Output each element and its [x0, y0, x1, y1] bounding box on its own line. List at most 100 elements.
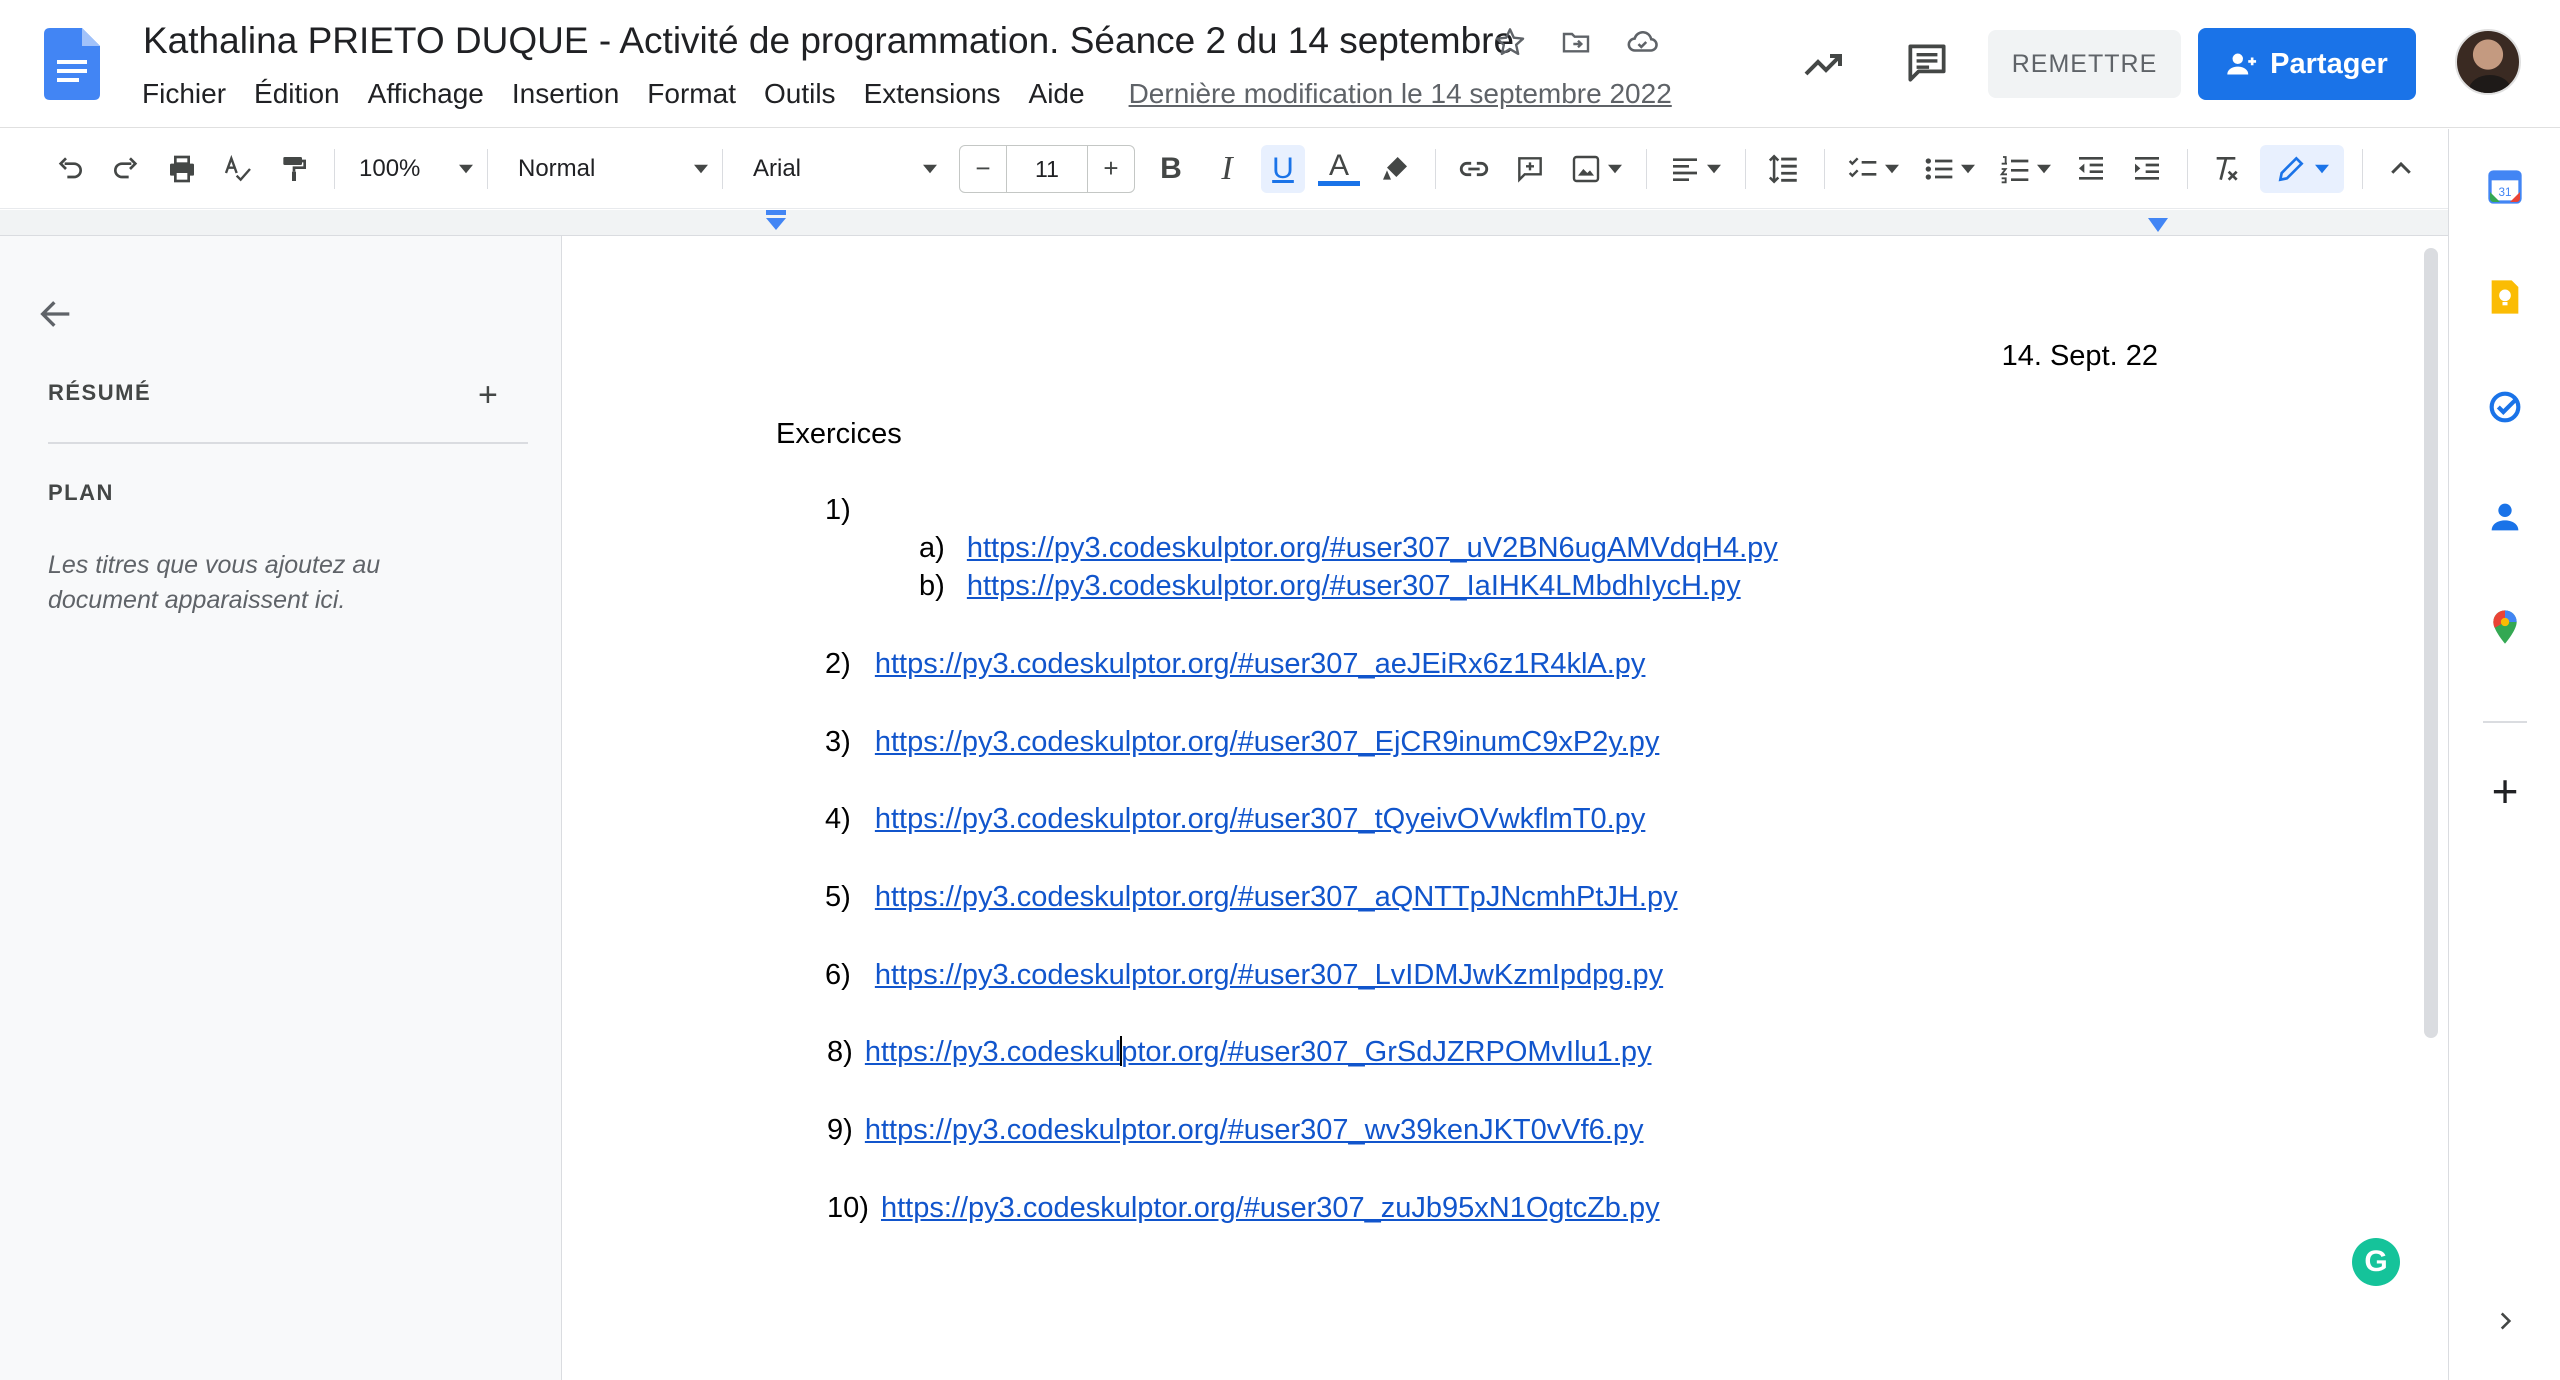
- contacts-icon[interactable]: [2485, 497, 2525, 537]
- exercise-link[interactable]: https://py3.codeskulptor.org/#user307_Lv…: [875, 959, 1663, 991]
- list-item: 1): [825, 494, 851, 527]
- last-edit-link[interactable]: Dernière modification le 14 septembre 20…: [1129, 78, 1672, 110]
- bold-button[interactable]: B: [1149, 145, 1193, 193]
- toolbar-divider: [2187, 148, 2188, 189]
- maps-icon[interactable]: [2485, 607, 2525, 647]
- calendar-icon[interactable]: 31: [2485, 167, 2525, 207]
- zoom-select[interactable]: 100%: [351, 145, 481, 193]
- exercise-link[interactable]: https://py3.codeskulptor.org/#user307_wv…: [865, 1114, 1644, 1146]
- document-date: 14. Sept. 22: [2001, 340, 2158, 372]
- document-canvas[interactable]: 14. Sept. 22 Exercices 1) a) https://py3…: [563, 236, 2448, 1380]
- insert-image-button[interactable]: [1564, 145, 1628, 193]
- add-app-icon[interactable]: +: [2485, 765, 2525, 817]
- menu-bar: Fichier Édition Affichage Insertion Form…: [142, 78, 1672, 110]
- spellcheck-button[interactable]: [216, 145, 260, 193]
- star-icon[interactable]: [1490, 22, 1530, 62]
- align-button[interactable]: [1663, 145, 1727, 193]
- insert-link-button[interactable]: [1452, 145, 1496, 193]
- font-size-input[interactable]: 11: [1006, 145, 1088, 192]
- menu-outils[interactable]: Outils: [764, 78, 836, 110]
- italic-button[interactable]: I: [1205, 145, 1249, 193]
- line-spacing-button[interactable]: [1762, 145, 1806, 193]
- underline-button[interactable]: U: [1261, 144, 1305, 193]
- redo-button[interactable]: [104, 145, 148, 193]
- exercise-link[interactable]: https://py3.codeskulptor.org/#user307_Ia…: [967, 570, 1741, 602]
- title-icons: [1490, 22, 1662, 62]
- text-color-button[interactable]: A: [1317, 145, 1361, 193]
- increase-font-size-button[interactable]: +: [1088, 153, 1134, 184]
- decrease-indent-button[interactable]: [2069, 145, 2113, 193]
- document-heading: Exercices: [776, 418, 902, 450]
- font-size-stepper: − 11 +: [959, 144, 1135, 193]
- back-arrow-icon[interactable]: [36, 294, 76, 334]
- chevron-down-icon: [1885, 164, 1899, 173]
- left-indent-marker-icon[interactable]: [764, 210, 788, 232]
- editing-mode-button[interactable]: [2260, 144, 2344, 193]
- document-page[interactable]: 14. Sept. 22 Exercices 1) a) https://py3…: [563, 236, 2448, 1380]
- document-scrollbar[interactable]: [2424, 248, 2438, 1038]
- list-number: b): [919, 570, 945, 602]
- list-number: 10): [827, 1192, 869, 1224]
- exercise-link[interactable]: https://py3.codeskulptor.org/#user307_Ej…: [875, 726, 1660, 758]
- list-number: 9): [827, 1114, 853, 1146]
- grammarly-icon[interactable]: G: [2352, 1238, 2400, 1286]
- toolbar-divider: [722, 148, 723, 189]
- keep-icon[interactable]: [2485, 277, 2525, 317]
- menu-aide[interactable]: Aide: [1029, 78, 1085, 110]
- toolbar-divider: [334, 148, 335, 189]
- document-title[interactable]: Kathalina PRIETO DUQUE - Activité de pro…: [143, 20, 1514, 62]
- side-apps-panel: 31 +: [2448, 129, 2560, 1380]
- list-item: b) https://py3.codeskulptor.org/#user307…: [919, 570, 1741, 603]
- list-item: 8) https://py3.codeskulptor.org/#user307…: [827, 1036, 1652, 1069]
- highlight-button[interactable]: [1373, 145, 1417, 193]
- style-select[interactable]: Normal: [510, 145, 716, 193]
- exercise-link[interactable]: https://py3.codeskulptor.org/#user307_aQ…: [875, 881, 1678, 913]
- tasks-icon[interactable]: [2485, 387, 2525, 427]
- add-comment-button[interactable]: [1508, 145, 1552, 193]
- avatar[interactable]: [2455, 29, 2521, 95]
- paint-format-button[interactable]: [272, 145, 316, 193]
- activity-trend-icon[interactable]: [1800, 40, 1848, 88]
- exercise-link[interactable]: https://py3.codeskulptor.org/#user307_zu…: [881, 1192, 1660, 1224]
- menu-extensions[interactable]: Extensions: [864, 78, 1001, 110]
- menu-edition[interactable]: Édition: [254, 78, 340, 110]
- list-item: 3) https://py3.codeskulptor.org/#user307…: [825, 726, 1659, 759]
- cloud-status-icon[interactable]: [1622, 22, 1662, 62]
- collapse-menus-button[interactable]: [2379, 145, 2423, 193]
- exercise-link[interactable]: https://py3.codeskulptor.org/#user307_tQ…: [875, 803, 1645, 835]
- right-indent-marker-icon[interactable]: [2146, 218, 2170, 234]
- numbered-list-button[interactable]: [1993, 145, 2057, 193]
- font-select[interactable]: Arial: [745, 145, 945, 193]
- checklist-button[interactable]: [1841, 145, 1905, 193]
- divider: [48, 442, 528, 444]
- remettre-button[interactable]: REMETTRE: [1988, 30, 2181, 98]
- toolbar-divider: [487, 148, 488, 189]
- link-text-part: ptor.org/#user307_GrSdJZRPOMvIlu1.py: [1121, 1036, 1652, 1068]
- clear-formatting-button[interactable]: [2204, 145, 2248, 193]
- exercise-link[interactable]: https://py3.codeskulptor.org/#user307_Gr…: [865, 1036, 1652, 1068]
- undo-button[interactable]: [48, 145, 92, 193]
- add-summary-icon[interactable]: +: [478, 376, 498, 415]
- list-item: a) https://py3.codeskulptor.org/#user307…: [919, 532, 1778, 565]
- ruler[interactable]: [0, 210, 2448, 236]
- docs-logo-icon[interactable]: [44, 28, 100, 100]
- decrease-font-size-button[interactable]: −: [960, 153, 1006, 184]
- chevron-right-icon[interactable]: [2485, 1301, 2525, 1341]
- menu-format[interactable]: Format: [647, 78, 736, 110]
- bulleted-list-button[interactable]: [1917, 145, 1981, 193]
- comments-icon[interactable]: [1902, 38, 1952, 88]
- move-folder-icon[interactable]: [1556, 22, 1596, 62]
- list-item: 9) https://py3.codeskulptor.org/#user307…: [827, 1114, 1643, 1147]
- exercise-link[interactable]: https://py3.codeskulptor.org/#user307_uV…: [967, 532, 1778, 564]
- exercise-link[interactable]: https://py3.codeskulptor.org/#user307_ae…: [875, 648, 1646, 680]
- toolbar-divider: [1745, 148, 1746, 189]
- font-value: Arial: [753, 154, 802, 182]
- menu-affichage[interactable]: Affichage: [368, 78, 484, 110]
- share-button[interactable]: Partager: [2198, 28, 2416, 100]
- chevron-down-icon: [1608, 164, 1622, 173]
- increase-indent-button[interactable]: [2125, 145, 2169, 193]
- menu-fichier[interactable]: Fichier: [142, 78, 226, 110]
- list-number: 6): [825, 959, 851, 991]
- menu-insertion[interactable]: Insertion: [512, 78, 619, 110]
- print-button[interactable]: [160, 145, 204, 193]
